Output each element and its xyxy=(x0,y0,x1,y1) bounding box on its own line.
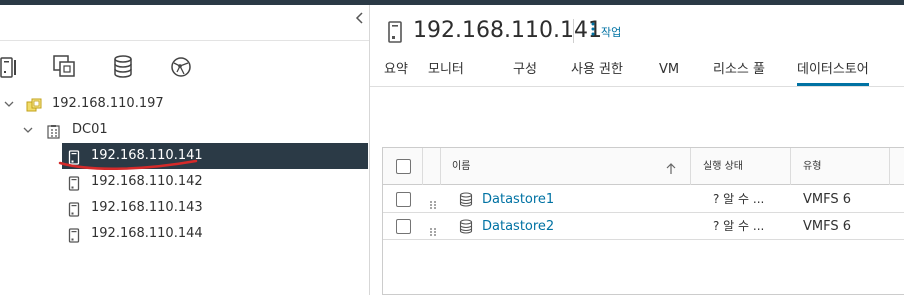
tab-resource-pools[interactable]: 리소스 풀 xyxy=(713,58,765,86)
networking-icon[interactable] xyxy=(168,54,194,80)
tabs-divider xyxy=(370,86,904,87)
datastore-icon xyxy=(459,219,473,234)
sort-ascending-icon[interactable] xyxy=(666,160,676,174)
row-checkbox[interactable] xyxy=(396,219,411,234)
column-separator xyxy=(690,148,691,185)
column-header-name[interactable]: 이름 xyxy=(452,148,470,185)
pane-divider[interactable] xyxy=(369,5,370,295)
status-value: ? 알 수 ... xyxy=(713,192,765,206)
host-icon xyxy=(387,21,403,43)
chevron-down-icon[interactable] xyxy=(3,91,15,117)
tab-monitor[interactable]: 모니터 xyxy=(428,58,464,86)
type-value: VMFS 6 xyxy=(803,219,852,234)
tree-item-label: DC01 xyxy=(72,122,108,137)
object-tabs: 요약 모니터 구성 사용 권한 VM 리소스 풀 데이터스토어 xyxy=(370,58,904,86)
datastore-icon xyxy=(459,192,473,207)
tab-summary[interactable]: 요약 xyxy=(384,58,408,86)
navigator-header-divider xyxy=(0,40,369,41)
actions-label: 작업 xyxy=(601,26,622,39)
chevron-left-icon[interactable] xyxy=(352,10,368,26)
column-header-status[interactable]: 실행 상태 xyxy=(703,148,743,185)
host-icon xyxy=(68,227,82,243)
column-separator xyxy=(440,148,441,185)
storage-icon[interactable] xyxy=(110,54,136,80)
vertical-ellipsis-icon xyxy=(591,22,597,43)
datacenter-icon xyxy=(47,123,61,139)
host-icon xyxy=(68,175,82,191)
column-separator xyxy=(790,148,791,185)
column-separator xyxy=(422,148,423,185)
table-header: 이름 실행 상태 유형 xyxy=(383,148,904,185)
tab-configure[interactable]: 구성 xyxy=(513,58,537,86)
tree-item-host-selected[interactable]: 192.168.110.141 xyxy=(62,143,368,169)
tree-item-vcenter[interactable]: 192.168.110.197 xyxy=(0,91,369,117)
host-icon xyxy=(68,149,82,165)
hosts-clusters-icon[interactable] xyxy=(0,54,26,80)
select-all-checkbox[interactable] xyxy=(396,159,411,174)
title-divider xyxy=(573,19,574,43)
status-value: ? 알 수 ... xyxy=(713,219,765,233)
datastore-name-link[interactable]: Datastore1 xyxy=(482,186,554,213)
tree-item-host[interactable]: 192.168.110.144 xyxy=(0,221,369,247)
tree-item-host[interactable]: 192.168.110.143 xyxy=(0,195,369,221)
host-icon xyxy=(68,201,82,217)
tree-item-datacenter[interactable]: DC01 xyxy=(0,117,369,143)
tab-datastores[interactable]: 데이터스토어 xyxy=(797,58,869,86)
datastores-table: 이름 실행 상태 유형 Datastore1 ? 알 수 ... VMFS 6 … xyxy=(382,147,904,295)
type-value: VMFS 6 xyxy=(803,192,852,207)
drag-handle-icon[interactable] xyxy=(429,222,437,236)
row-checkbox[interactable] xyxy=(396,192,411,207)
vcenter-icon xyxy=(26,97,42,112)
tab-vms[interactable]: VM xyxy=(659,58,679,86)
column-header-type[interactable]: 유형 xyxy=(803,148,821,185)
tree-item-label: 192.168.110.144 xyxy=(91,226,203,241)
vms-templates-icon[interactable] xyxy=(52,54,78,80)
tree-item-host[interactable]: 192.168.110.142 xyxy=(0,169,369,195)
table-row[interactable]: Datastore1 ? 알 수 ... VMFS 6 xyxy=(383,186,904,213)
tree-item-label: 192.168.110.197 xyxy=(52,96,164,111)
actions-menu-button[interactable]: 작업 xyxy=(591,22,621,42)
tree-item-label: 192.168.110.142 xyxy=(91,174,203,189)
tree-item-label: 192.168.110.143 xyxy=(91,200,203,215)
tab-permissions[interactable]: 사용 권한 xyxy=(571,58,623,86)
chevron-down-icon[interactable] xyxy=(22,117,34,143)
tree-item-label: 192.168.110.141 xyxy=(91,148,203,163)
table-row[interactable]: Datastore2 ? 알 수 ... VMFS 6 xyxy=(383,213,904,240)
column-separator xyxy=(889,148,890,185)
datastore-name-link[interactable]: Datastore2 xyxy=(482,213,554,240)
drag-handle-icon[interactable] xyxy=(429,195,437,209)
